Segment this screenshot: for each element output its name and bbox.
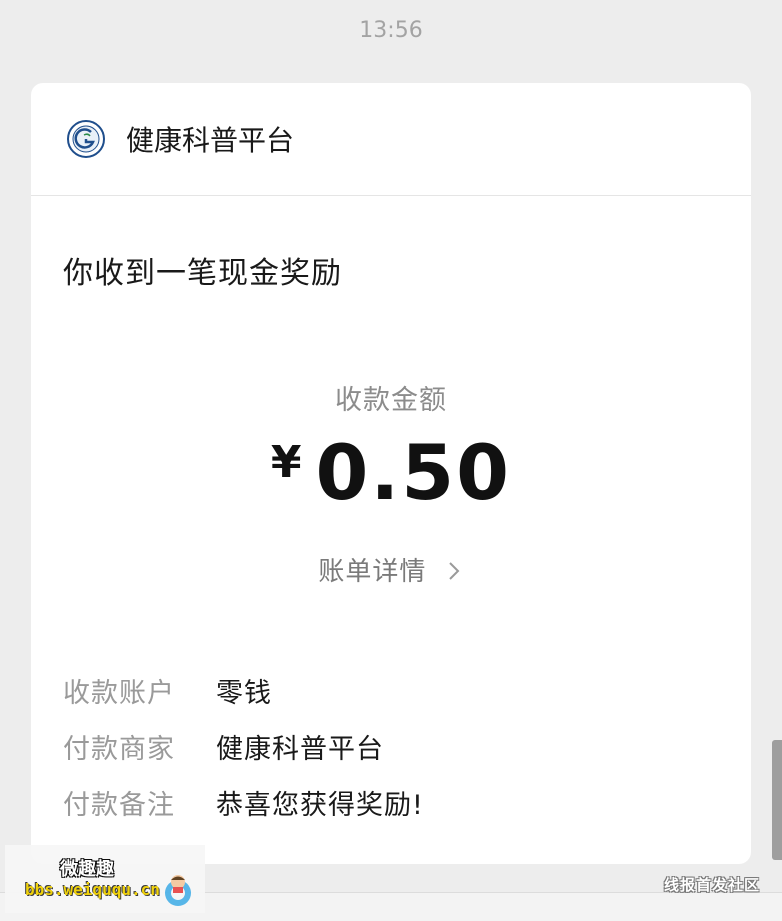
- info-label: 收款账户: [63, 678, 175, 709]
- info-label: 付款商家: [63, 734, 175, 765]
- info-value: 零钱: [216, 678, 272, 709]
- info-row-remark: 付款备注 恭喜您获得奖励!: [63, 783, 424, 822]
- mascot-icon: [165, 875, 191, 906]
- card-header[interactable]: 健康科普平台: [31, 83, 751, 196]
- info-row-receiving-account: 收款账户 零钱: [63, 671, 272, 710]
- info-value: 恭喜您获得奖励!: [216, 790, 424, 821]
- notice-title: 你收到一笔现金奖励: [63, 256, 342, 291]
- timestamp: 13:56: [359, 18, 423, 43]
- watermark-left: 微趣趣 bbs.weiququ.cn: [5, 845, 205, 913]
- watermark-cn-text: 微趣趣: [60, 859, 114, 880]
- amount-label: 收款金额: [335, 385, 447, 416]
- watermark-url-text: bbs.weiququ.cn: [25, 880, 160, 899]
- bill-details-label: 账单详情: [318, 557, 427, 587]
- currency-symbol: ¥: [270, 437, 302, 488]
- watermark-right: 线报首发社区: [663, 876, 760, 894]
- sender-name: 健康科普平台: [126, 124, 295, 157]
- scrollbar[interactable]: [772, 740, 782, 860]
- info-row-merchant: 付款商家 健康科普平台: [63, 727, 384, 766]
- info-value: 健康科普平台: [216, 734, 384, 765]
- amount-value: 0.50: [315, 428, 512, 517]
- amount-display: ¥0.50: [31, 435, 751, 511]
- bill-details-link[interactable]: 账单详情: [31, 551, 751, 588]
- health-platform-logo-icon: [67, 120, 105, 158]
- payment-notice-card[interactable]: 健康科普平台 你收到一笔现金奖励 收款金额 ¥0.50 账单详情 收款账户 零钱…: [31, 83, 751, 864]
- chevron-right-icon: [448, 562, 460, 580]
- info-label: 付款备注: [63, 790, 175, 821]
